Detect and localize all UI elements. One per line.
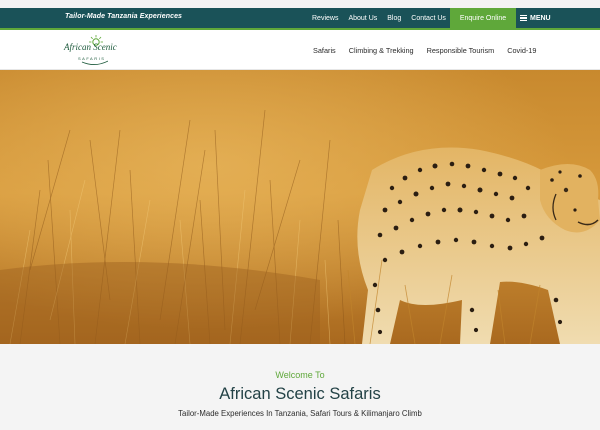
- hero-image: [0, 70, 600, 344]
- tagline: Tailor-Made Tanzania Experiences: [65, 13, 183, 20]
- enquire-online-button[interactable]: Enquire Online: [450, 8, 516, 28]
- logo[interactable]: African Scenic SAFARIS: [64, 34, 117, 66]
- nav-covid-19[interactable]: Covid-19: [507, 46, 536, 55]
- page: Tailor-Made Tanzania Experiences Reviews…: [0, 0, 600, 430]
- cheetah-savanna-image: [0, 70, 600, 344]
- nav-responsible-tourism[interactable]: Responsible Tourism: [427, 46, 495, 55]
- link-reviews[interactable]: Reviews: [312, 15, 338, 22]
- welcome-kicker: Welcome To: [275, 370, 325, 380]
- link-contact-us[interactable]: Contact Us: [411, 15, 446, 22]
- hamburger-icon: [520, 15, 527, 21]
- welcome-title: African Scenic Safaris: [219, 385, 381, 403]
- nav-climbing-trekking[interactable]: Climbing & Trekking: [349, 46, 414, 55]
- top-links: Reviews About Us Blog Contact Us: [312, 8, 456, 28]
- menu-label: MENU: [530, 14, 551, 22]
- welcome-subtitle: Tailor-Made Experiences In Tanzania, Saf…: [178, 409, 422, 418]
- welcome-section: Welcome To African Scenic Safaris Tailor…: [0, 344, 600, 430]
- top-bar: Tailor-Made Tanzania Experiences Reviews…: [0, 8, 600, 28]
- main-header: African Scenic SAFARIS Safaris Climbing …: [0, 30, 600, 70]
- cheetah: [357, 147, 600, 344]
- nav-safaris[interactable]: Safaris: [313, 46, 336, 55]
- logo-text: African Scenic: [64, 42, 117, 52]
- logo-subtext: SAFARIS: [78, 56, 106, 61]
- menu-button[interactable]: MENU: [520, 8, 560, 28]
- link-blog[interactable]: Blog: [387, 15, 401, 22]
- main-nav: Safaris Climbing & Trekking Responsible …: [313, 30, 549, 70]
- link-about-us[interactable]: About Us: [348, 15, 377, 22]
- top-strip: [0, 0, 600, 8]
